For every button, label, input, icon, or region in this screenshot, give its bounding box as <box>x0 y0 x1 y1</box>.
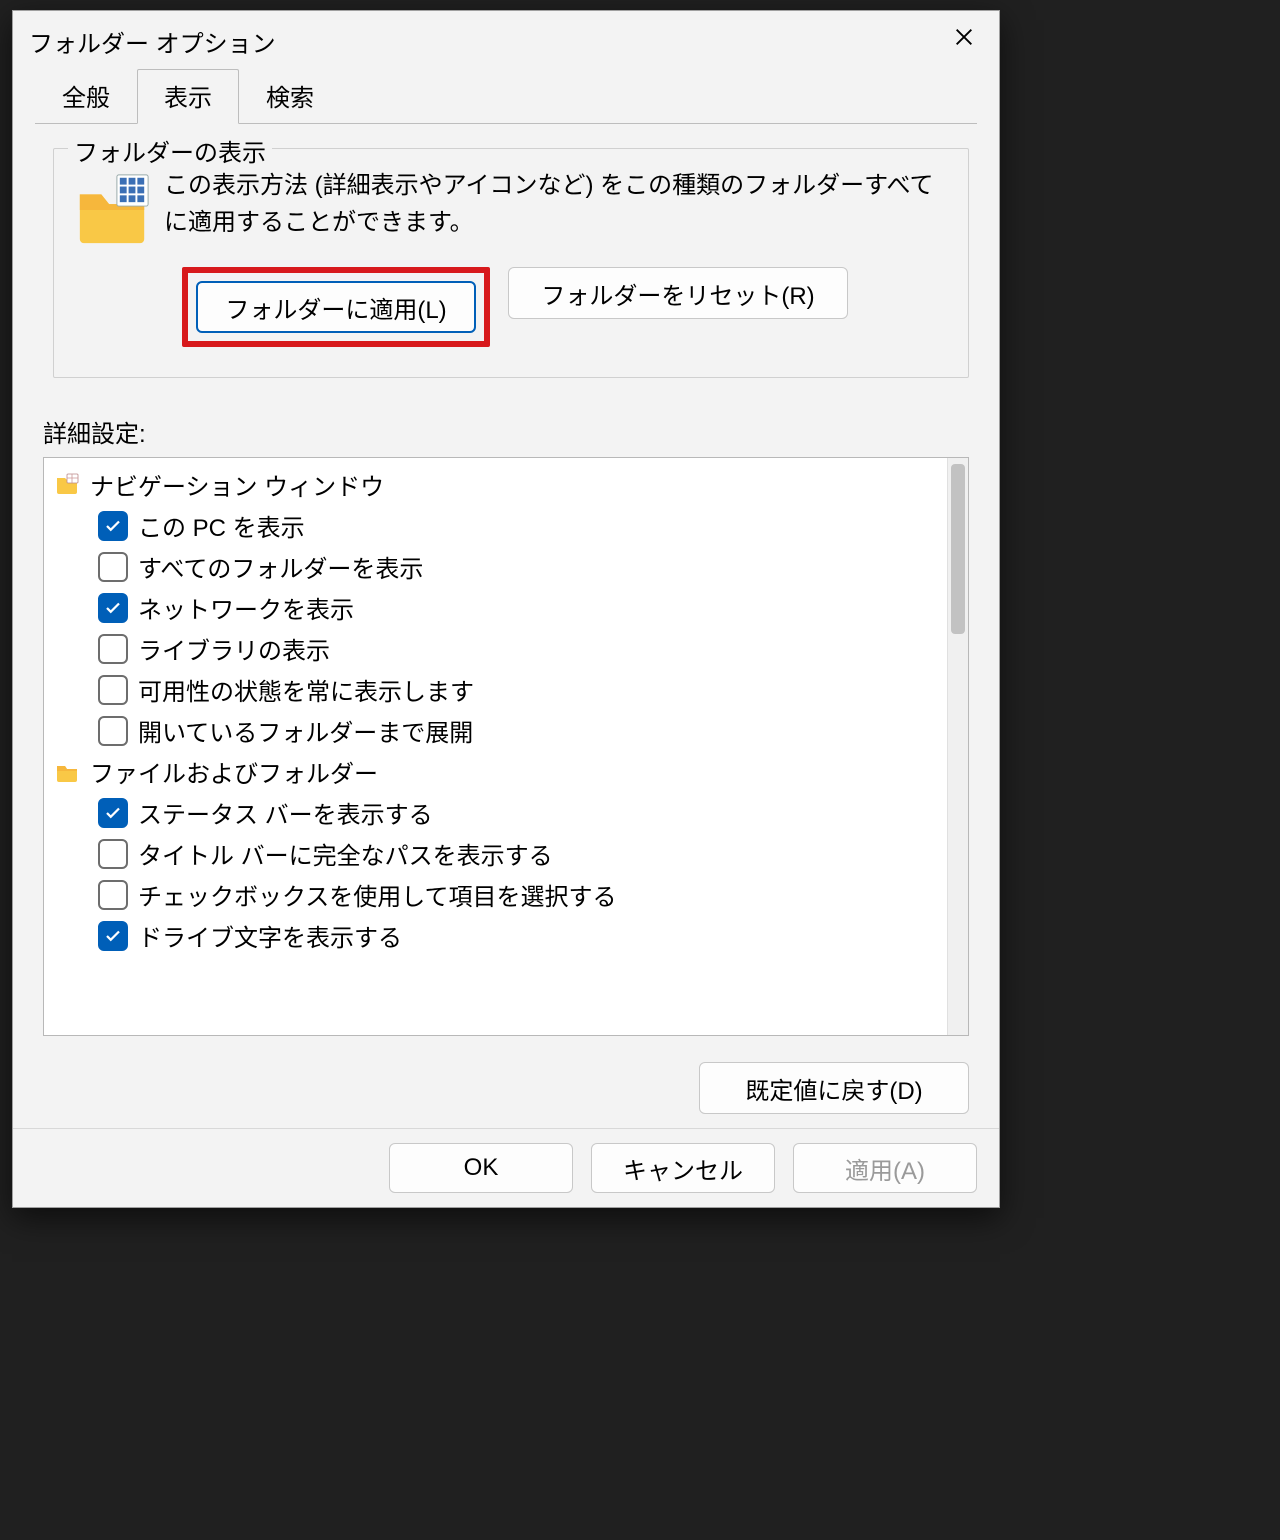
tree-item-label: この PC を表示 <box>138 508 305 543</box>
tree-item-label: ネットワークを表示 <box>138 590 354 625</box>
titlebar: フォルダー オプション <box>13 11 999 71</box>
tree-group-label: ファイルおよびフォルダー <box>90 754 378 789</box>
tree-item[interactable]: ドライブ文字を表示する <box>50 915 943 956</box>
group-legend: フォルダーの表示 <box>68 133 272 168</box>
tab-search[interactable]: 検索 <box>239 69 341 124</box>
tree-item-label: 開いているフォルダーまで展開 <box>138 713 473 748</box>
tree-item[interactable]: 開いているフォルダーまで展開 <box>50 710 943 751</box>
tree-item[interactable]: タイトル バーに完全なパスを表示する <box>50 833 943 874</box>
tree-item[interactable]: すべてのフォルダーを表示 <box>50 546 943 587</box>
scrollbar-thumb[interactable] <box>951 464 965 634</box>
tree-icon <box>54 472 80 498</box>
tree-item[interactable]: 可用性の状態を常に表示します <box>50 669 943 710</box>
checkbox[interactable] <box>98 511 128 541</box>
tree-item-label: ドライブ文字を表示する <box>138 918 402 953</box>
tree-item-label: ライブラリの表示 <box>138 631 330 666</box>
tree-group-label: ナビゲーション ウィンドウ <box>90 467 384 502</box>
scrollbar[interactable] <box>947 458 968 1035</box>
checkbox[interactable] <box>98 593 128 623</box>
group-description: この表示方法 (詳細表示やアイコンなど) をこの種類のフォルダーすべてに適用する… <box>164 167 948 241</box>
advanced-tree: ナビゲーション ウィンドウ この PC を表示 すべてのフォルダーを表示 ネット… <box>44 458 947 1035</box>
close-icon <box>953 26 975 48</box>
restore-defaults-button[interactable]: 既定値に戻す(D) <box>699 1062 969 1114</box>
checkbox[interactable] <box>98 798 128 828</box>
tree-group-files-and-folders: ファイルおよびフォルダー <box>50 751 943 792</box>
checkbox[interactable] <box>98 675 128 705</box>
apply-to-folders-button[interactable]: フォルダーに適用(L) <box>196 281 476 333</box>
tab-general[interactable]: 全般 <box>35 69 137 124</box>
tree-item[interactable]: この PC を表示 <box>50 505 943 546</box>
reset-folders-button[interactable]: フォルダーをリセット(R) <box>508 267 848 319</box>
checkbox[interactable] <box>98 716 128 746</box>
folder-view-group: フォルダーの表示 この表示方法 (詳細表示やアイコンなど) をこの種類のフォルダ… <box>53 148 969 378</box>
apply-button[interactable]: 適用(A) <box>793 1143 977 1193</box>
tab-body-view: フォルダーの表示 この表示方法 (詳細表示やアイコンなど) をこの種類のフォルダ… <box>35 123 977 1114</box>
tree-item-label: チェックボックスを使用して項目を選択する <box>138 877 617 912</box>
folder-with-grid-icon <box>74 169 152 247</box>
tree-group-navigation-pane: ナビゲーション ウィンドウ <box>50 464 943 505</box>
tab-strip: 全般 表示 検索 <box>13 71 999 123</box>
folder-options-dialog: フォルダー オプション 全般 表示 検索 フォルダーの表示 <box>12 10 1000 1208</box>
cancel-button[interactable]: キャンセル <box>591 1143 775 1193</box>
tree-item[interactable]: ネットワークを表示 <box>50 587 943 628</box>
advanced-settings-label: 詳細設定: <box>43 414 969 449</box>
tree-item[interactable]: ライブラリの表示 <box>50 628 943 669</box>
advanced-settings-list[interactable]: ナビゲーション ウィンドウ この PC を表示 すべてのフォルダーを表示 ネット… <box>43 457 969 1036</box>
tree-item-label: 可用性の状態を常に表示します <box>138 672 474 707</box>
checkbox[interactable] <box>98 552 128 582</box>
dialog-title: フォルダー オプション <box>29 24 276 59</box>
tab-view[interactable]: 表示 <box>137 69 239 124</box>
checkbox[interactable] <box>98 921 128 951</box>
tree-item[interactable]: チェックボックスを使用して項目を選択する <box>50 874 943 915</box>
dialog-footer: OK キャンセル 適用(A) <box>13 1128 999 1207</box>
tree-item-label: すべてのフォルダーを表示 <box>138 549 423 584</box>
highlight-frame: フォルダーに適用(L) <box>182 267 490 347</box>
checkbox[interactable] <box>98 880 128 910</box>
close-button[interactable] <box>939 17 989 57</box>
checkbox[interactable] <box>98 634 128 664</box>
tree-item-label: ステータス バーを表示する <box>138 795 433 830</box>
checkbox[interactable] <box>98 839 128 869</box>
tree-item-label: タイトル バーに完全なパスを表示する <box>138 836 553 871</box>
tree-item[interactable]: ステータス バーを表示する <box>50 792 943 833</box>
ok-button[interactable]: OK <box>389 1143 573 1193</box>
folder-icon <box>54 759 80 785</box>
